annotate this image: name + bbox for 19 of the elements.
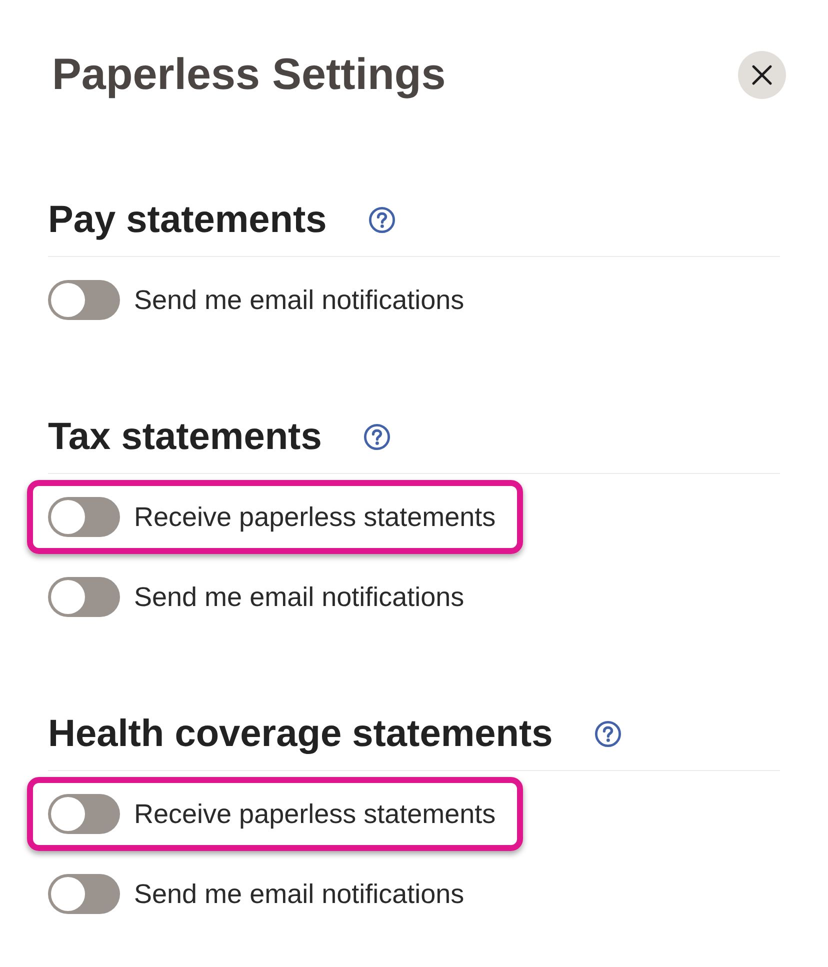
help-icon[interactable] (594, 721, 621, 747)
section-heading: Tax statements (48, 415, 322, 460)
option-label: Receive paperless statements (134, 798, 496, 830)
option-label: Send me email notifications (134, 284, 464, 316)
toggle-switch[interactable] (48, 280, 120, 320)
help-icon[interactable] (368, 207, 395, 233)
section-heading: Pay statements (48, 198, 327, 243)
option-label: Send me email notifications (134, 878, 464, 910)
section-heading: Health coverage statements (48, 712, 553, 757)
help-icon[interactable] (364, 424, 390, 450)
option-label: Send me email notifications (134, 582, 464, 612)
toggle-switch[interactable] (48, 577, 120, 617)
close-button[interactable] (738, 51, 786, 99)
toggle-switch[interactable] (48, 794, 120, 834)
toggle-switch[interactable] (48, 874, 120, 914)
toggle-switch[interactable] (48, 497, 120, 537)
close-icon (752, 65, 772, 85)
option-label: Receive paperless statements (134, 502, 496, 532)
dialog-title: Paperless Settings (52, 50, 446, 100)
